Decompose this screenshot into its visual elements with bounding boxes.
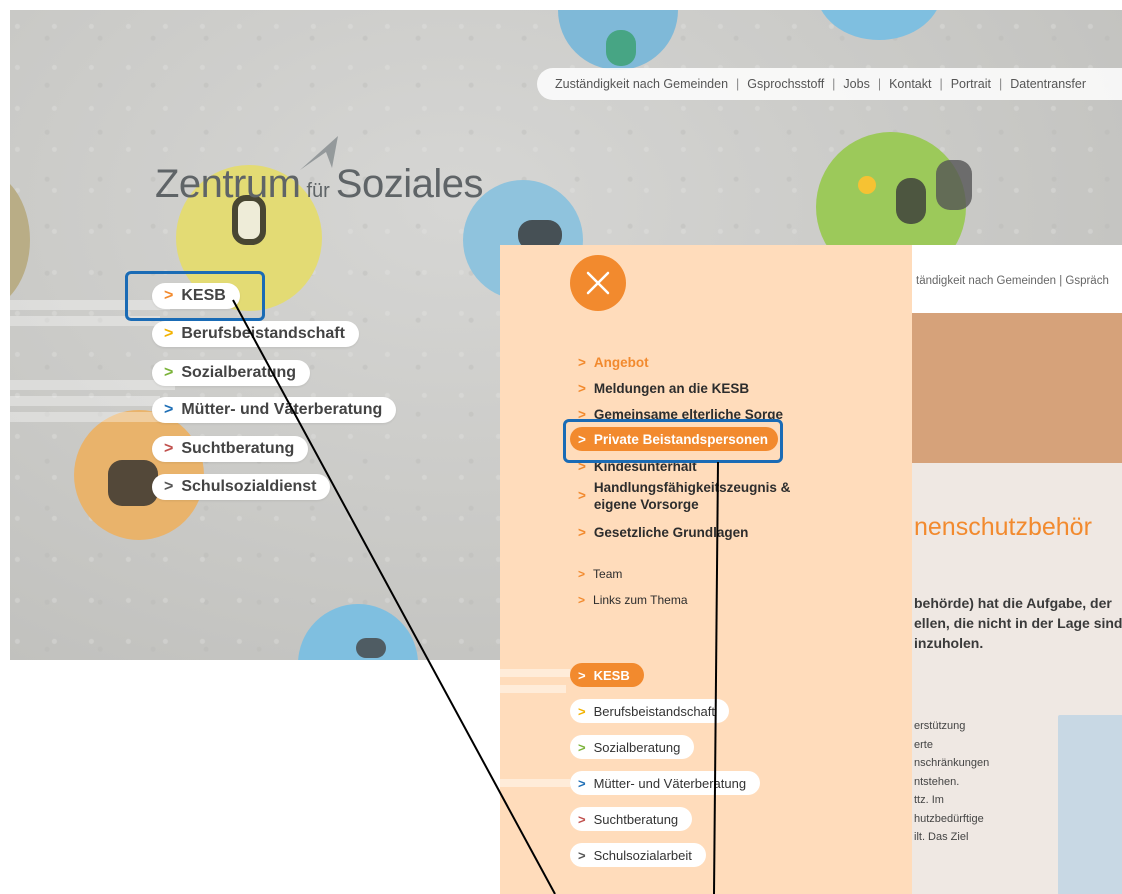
nav-link-portrait[interactable]: Portrait: [951, 77, 991, 91]
screenshot-root: Zuständigkeit nach Gemeinden | Gsprochss…: [0, 0, 1122, 894]
chevron-right-icon: >: [578, 811, 586, 827]
background-page-right: tändigkeit nach Gemeinden | Gspräch nens…: [912, 245, 1122, 894]
overlay-menu-item-kesb[interactable]: > KESB: [570, 663, 644, 687]
highlight-box-private-beistandspersonen: [563, 419, 783, 463]
overlay-menu-item-sozialberatung[interactable]: > Sozialberatung: [570, 735, 695, 759]
chevron-right-icon: >: [578, 847, 586, 863]
chevron-right-icon: >: [578, 703, 586, 719]
menu-item-muetter-vaeterberatung[interactable]: > Mütter- und Väterberatung: [152, 397, 397, 423]
submenu-item-team[interactable]: > Team: [578, 567, 622, 581]
overlay-menu-item-berufsbeistandschaft[interactable]: > Berufsbeistandschaft: [570, 699, 729, 723]
overlay-menu-item-muetter-vaeterberatung[interactable]: > Mütter- und Väterberatung: [570, 771, 761, 795]
person-figure: [896, 178, 926, 224]
chevron-right-icon: >: [164, 325, 174, 342]
right-page-body: erstützung erte nschränkungen ntstehen. …: [914, 720, 990, 843]
chevron-right-icon: >: [164, 440, 174, 457]
submenu-item-links[interactable]: > Links zum Thema: [578, 593, 688, 607]
right-page-intro: behörde) hat die Aufgabe, der ellen, die…: [914, 595, 1122, 651]
chevron-right-icon: >: [578, 593, 586, 607]
right-page-heading: nenschutzbehör: [914, 513, 1092, 541]
chevron-right-icon: >: [164, 364, 174, 381]
submenu-item-handlungsfaehigkeit[interactable]: > Handlungsfähigkeitszeugnis & eigene Vo…: [578, 479, 790, 513]
menu-item-suchtberatung[interactable]: > Suchtberatung: [152, 436, 309, 462]
close-icon: [586, 271, 610, 295]
nav-link-gemeinden[interactable]: Zuständigkeit nach Gemeinden: [555, 77, 728, 91]
chevron-right-icon: >: [164, 478, 174, 495]
submenu-item-gesetzliche-grundlagen[interactable]: > Gesetzliche Grundlagen: [578, 525, 748, 540]
chevron-right-icon: >: [578, 667, 586, 683]
menu-item-sozialberatung[interactable]: > Sozialberatung: [152, 360, 311, 386]
chevron-right-icon: >: [578, 567, 586, 581]
nav-link-kontakt[interactable]: Kontakt: [889, 77, 931, 91]
child-drawing-image: [1058, 715, 1122, 894]
highlight-box-kesb: [125, 271, 265, 321]
chevron-right-icon: >: [578, 355, 586, 370]
ball-icon: [858, 176, 876, 194]
mobile-menu-overlay: > Angebot > Meldungen an die KESB > Gemeins…: [500, 245, 912, 894]
nav-link-jobs[interactable]: Jobs: [843, 77, 869, 91]
submenu-item-angebot[interactable]: > Angebot: [578, 355, 649, 370]
nav-link-datentransfer[interactable]: Datentransfer: [1010, 77, 1086, 91]
menu-item-berufsbeistandschaft[interactable]: > Berufsbeistandschaft: [152, 321, 359, 347]
chevron-right-icon: >: [578, 775, 586, 791]
overlay-menu-item-suchtberatung[interactable]: > Suchtberatung: [570, 807, 693, 831]
person-figure: [356, 638, 386, 658]
chevron-right-icon: >: [578, 525, 586, 540]
chevron-right-icon: >: [164, 401, 174, 418]
menu-item-schulsozialdienst[interactable]: > Schulsozialdienst: [152, 474, 331, 500]
person-figure: [606, 30, 636, 66]
person-figure: [108, 460, 158, 506]
site-logo[interactable]: Zentrum für Soziales: [155, 162, 483, 207]
top-navigation: Zuständigkeit nach Gemeinden | Gsprochss…: [537, 68, 1122, 100]
chevron-right-icon: >: [578, 739, 586, 755]
person-figure: [936, 160, 972, 210]
right-page-topnav: tändigkeit nach Gemeinden | Gspräch: [912, 245, 1122, 313]
submenu-item-meldungen[interactable]: > Meldungen an die KESB: [578, 381, 749, 396]
chevron-right-icon: >: [578, 488, 586, 503]
chevron-right-icon: >: [578, 381, 586, 396]
overlay-menu-item-schulsozialarbeit[interactable]: > Schulsozialarbeit: [570, 843, 706, 867]
close-button[interactable]: [570, 255, 626, 311]
nav-link-gspraechsstoff[interactable]: Gsprochsstoff: [747, 77, 824, 91]
